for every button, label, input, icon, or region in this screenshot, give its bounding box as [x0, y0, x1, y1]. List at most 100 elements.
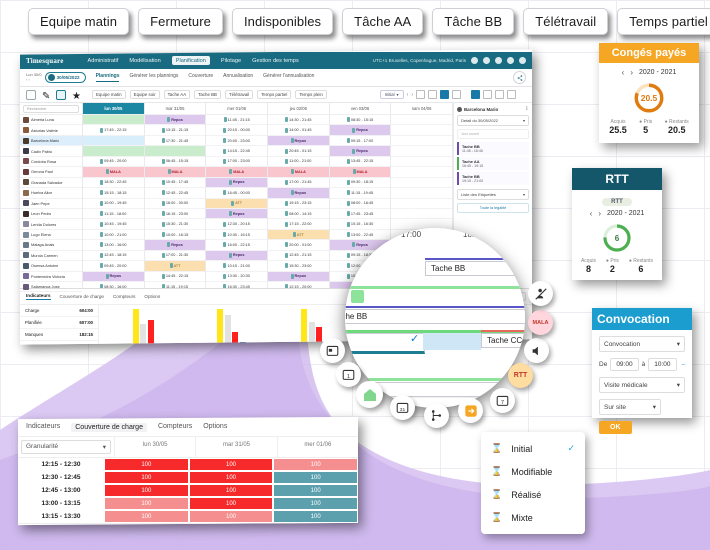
detail-legend-link[interactable]: Toute la légalité	[457, 203, 529, 213]
planning-cell[interactable]: 13:15 - 21:15	[144, 125, 206, 136]
planning-cell[interactable]: 06:45 - 15:15	[144, 156, 206, 168]
planning-cell[interactable]: 12:45 - 22:45	[144, 188, 206, 199]
planning-cell[interactable]: 17:00 - 23:00	[206, 156, 268, 168]
planning-cell[interactable]: 17:45 - 23:45	[329, 208, 391, 220]
gear-icon[interactable]	[483, 57, 490, 64]
planning-cell[interactable]: 11:15 - 19:15	[144, 282, 206, 288]
planning-cell[interactable]: 18:30 - 22:45	[83, 177, 144, 189]
planning-cell[interactable]: 08:00 - 16:45	[329, 198, 391, 209]
planning-cell[interactable]: 09:45 - 20:00	[83, 156, 144, 168]
planning-cell[interactable]: 10:45 - 19:45	[83, 219, 144, 230]
planning-cell[interactable]: ATT	[206, 198, 268, 209]
employee-row[interactable]: Granada Salvador	[20, 177, 82, 189]
coverage-value-cell[interactable]: 100	[273, 458, 358, 471]
coverage-value-cell[interactable]: 100	[188, 497, 274, 510]
pill-teletravail[interactable]: Télétravail	[523, 8, 609, 35]
employee-row[interactable]: Huelva Alice	[20, 188, 82, 199]
planning-cell[interactable]: 11:15 - 18:00	[83, 208, 144, 220]
planning-cell[interactable]: Repos	[83, 271, 144, 282]
planning-cell[interactable]	[391, 188, 453, 199]
star-icon[interactable]: ★	[72, 91, 81, 102]
planning-cell[interactable]: 12:15 - 20:00	[268, 282, 329, 288]
employee-row[interactable]: Lerida Dolores	[20, 219, 82, 230]
square-icon[interactable]	[26, 89, 36, 100]
planning-cell[interactable]: MALA	[329, 167, 391, 178]
fab-export[interactable]	[458, 398, 483, 423]
chip-tache-bb[interactable]: Tache BB	[194, 90, 221, 99]
planning-cell[interactable]: 12:45 - 18:15	[83, 250, 144, 262]
planning-cell[interactable]: 17:45 - 22:15	[83, 125, 144, 136]
planning-cell[interactable]: 20:00 - 23:00	[206, 135, 268, 147]
planning-cell[interactable]: 13:30 - 20:30	[206, 271, 268, 282]
pill-tache-bb[interactable]: Tâche BB	[432, 8, 515, 35]
planning-cell[interactable]: Repos	[268, 271, 329, 282]
planning-cell[interactable]: Repos	[268, 135, 329, 147]
planning-cell[interactable]: 10:00 - 21:00	[83, 229, 144, 241]
chip-equipe-soir[interactable]: Equipe soir	[129, 90, 160, 99]
detail-task-item[interactable]: Tache BB 11:45 - 16:45	[457, 142, 529, 155]
coverage-tab-options[interactable]: Options	[203, 423, 227, 432]
planning-cell[interactable]: 14:00 - 01:45	[268, 125, 329, 136]
prev-year-icon[interactable]: ‹	[590, 209, 593, 218]
planning-cell[interactable]: 11:00 - 21:00	[268, 156, 329, 168]
magnifier-task-bar[interactable]: Tache CC	[481, 333, 525, 348]
tab-indicateurs[interactable]: Indicateurs	[26, 293, 51, 300]
magnifier-task-bar[interactable]: Tache BB	[425, 261, 525, 276]
avatar-icon[interactable]	[519, 57, 526, 64]
pen-icon[interactable]: ✎	[42, 91, 50, 102]
subnav-generer-annualisation[interactable]: Générer l'annualisation	[263, 73, 314, 82]
planning-cell[interactable]: 15:15 - 18:15	[83, 188, 144, 199]
app-logo[interactable]: Timesquare	[26, 57, 64, 65]
planning-cell[interactable]: Repos	[144, 115, 206, 126]
planning-cell[interactable]: 11:45 - 21:15	[206, 115, 268, 126]
next-year-icon[interactable]: ›	[630, 68, 633, 77]
planning-cell[interactable]: 08:30 - 15:15	[329, 115, 391, 126]
bell-icon[interactable]	[471, 57, 478, 64]
fab-calendar-1[interactable]: 1	[336, 362, 361, 387]
planning-cell[interactable]	[83, 135, 144, 147]
nav-gestion-des-temps[interactable]: Gestion des temps	[252, 58, 299, 64]
planning-cell[interactable]: 09:30 - 18:15	[329, 177, 391, 189]
planning-cell[interactable]: ATT	[268, 229, 329, 241]
employee-row[interactable]: Jaen Pepe	[20, 198, 82, 209]
coverage-tab-indicateurs[interactable]: Indicateurs	[26, 423, 60, 432]
chip-temps-plein[interactable]: Temps plein	[295, 90, 327, 99]
planning-cell[interactable]: 16:30 - 23:45	[206, 282, 268, 288]
employee-row[interactable]: Lugo Elena	[20, 229, 82, 241]
day-header[interactable]: mar 31/05	[144, 103, 206, 115]
view-mode-select[interactable]: Initial ▾	[379, 90, 404, 99]
planning-cell[interactable]: 15:30 - 21:30	[144, 219, 206, 230]
planning-cell[interactable]: 17:30 - 21:45	[144, 135, 206, 147]
planning-cell[interactable]: 10:15 - 16:30	[329, 219, 391, 230]
planning-cell[interactable]: Repos	[268, 188, 329, 199]
coverage-value-cell[interactable]: 100	[273, 497, 358, 510]
remove-row-icon[interactable]: –	[682, 361, 686, 368]
pill-equipe-matin[interactable]: Equipe matin	[28, 8, 130, 35]
planning-cell[interactable]: 14:30 - 21:45	[268, 115, 329, 126]
convocation-reason-select[interactable]: Visite médicale ▾	[599, 377, 685, 393]
planning-cell[interactable]: 09:45 - 20:00	[83, 261, 144, 272]
chip-teletravail[interactable]: Télétravail	[224, 90, 254, 99]
context-menu-item-modifiable[interactable]: ⌛ Modifiable	[481, 460, 585, 483]
employee-row[interactable]: Osensa Antoine	[20, 261, 82, 272]
employee-search-input[interactable]: Rechercher	[23, 104, 79, 113]
planning-cell[interactable]: 16:15 - 23:00	[144, 208, 206, 220]
download-icon[interactable]	[416, 90, 425, 99]
planning-cell[interactable]: 20:00 - 01:00	[268, 240, 329, 251]
coverage-value-cell[interactable]: 100	[104, 510, 189, 523]
planning-cell[interactable]: 08:00 - 14:15	[268, 208, 329, 220]
calendar-view-icon[interactable]	[428, 90, 437, 99]
tab-compteurs[interactable]: Compteurs	[113, 294, 135, 299]
planning-cell[interactable]	[83, 115, 144, 126]
pill-temps-partiel[interactable]: Temps partiel	[617, 8, 710, 35]
subnav-generer-les-plannings[interactable]: Générer les plannings	[129, 73, 178, 82]
chip-temps-partiel[interactable]: Temps partiel	[257, 90, 292, 99]
convocation-place-select[interactable]: Sur site ▾	[599, 399, 661, 415]
subnav-plannings[interactable]: Plannings	[95, 73, 120, 82]
planning-cell[interactable]: Repos	[329, 146, 391, 157]
prev-year-icon[interactable]: ‹	[622, 68, 625, 77]
planning-cell[interactable]	[144, 146, 206, 157]
convocation-ok-button[interactable]: OK	[599, 421, 632, 434]
display-option-3-icon[interactable]	[495, 90, 504, 99]
planning-cell[interactable]: 17:00 - 21:30	[144, 250, 206, 262]
